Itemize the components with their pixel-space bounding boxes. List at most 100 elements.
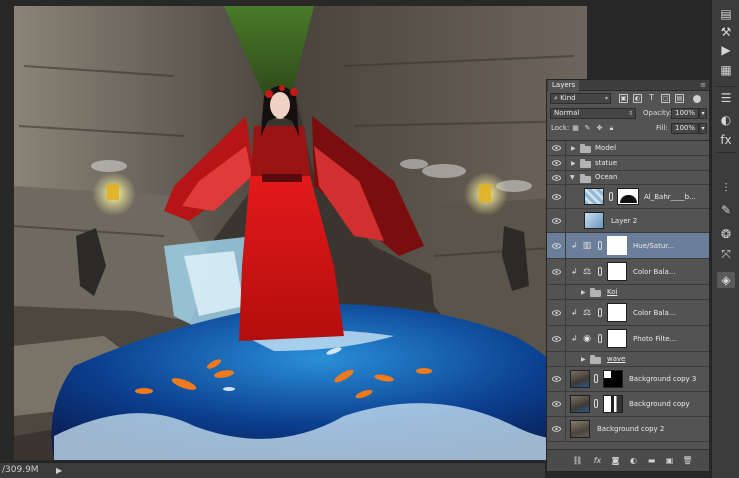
mask-shape <box>604 371 611 378</box>
layer-row-background-copy-3[interactable]: Background copy 3 <box>547 367 709 392</box>
link-layers-icon[interactable]: ⛓ <box>571 455 584 466</box>
paths-icon[interactable]: ⤧ <box>717 246 735 262</box>
link-icon[interactable] <box>598 308 602 317</box>
visibility-toggle[interactable] <box>547 185 566 208</box>
expand-arrow-icon[interactable]: ▶ <box>581 289 586 296</box>
chevron-down-icon: ▾ <box>604 95 608 102</box>
lock-all-icon[interactable]: 🔒︎ <box>607 124 616 133</box>
layer-row-background-copy-2[interactable]: Background copy 2 <box>547 417 709 442</box>
tool-presets-icon[interactable]: ⚒ <box>717 24 735 40</box>
eye-icon <box>552 310 561 316</box>
layer-name: wave <box>607 355 626 363</box>
layer-row-color-balance-1[interactable]: ↲ ⚖ Color Bala... <box>547 259 709 285</box>
visibility-toggle[interactable] <box>547 352 566 366</box>
lock-pixels-icon[interactable]: ✎ <box>583 124 592 133</box>
mask-thumbnail[interactable] <box>607 262 627 281</box>
brush-presets-icon[interactable]: ✎ <box>717 202 735 218</box>
opacity-label: Opacity: <box>643 109 672 117</box>
visibility-toggle[interactable] <box>547 233 566 258</box>
layer-row-layer-2[interactable]: Layer 2 <box>547 209 709 233</box>
filter-pixel-icon[interactable]: ▣ <box>619 94 628 103</box>
link-icon[interactable] <box>594 399 598 408</box>
fill-dropdown-icon[interactable]: ▾ <box>699 123 707 134</box>
collapse-arrow-icon[interactable]: ▼ <box>570 174 575 181</box>
visibility-toggle[interactable] <box>547 326 566 351</box>
visibility-toggle[interactable] <box>547 300 566 325</box>
layer-thumbnail <box>584 188 604 205</box>
layer-row-background-copy[interactable]: Background copy <box>547 392 709 417</box>
actions-icon[interactable]: ▶ <box>717 42 735 58</box>
opacity-dropdown-icon[interactable]: ▾ <box>699 108 707 119</box>
filter-toggle-icon[interactable] <box>693 95 701 103</box>
mask-thumbnail[interactable] <box>607 303 627 322</box>
new-layer-icon[interactable]: ▣ <box>663 455 676 466</box>
layer-row-koi[interactable]: ▶ Koi <box>547 285 709 300</box>
history-icon[interactable]: ▤ <box>717 6 735 22</box>
link-icon[interactable] <box>598 267 602 276</box>
layer-list[interactable]: ▶ Model ▶ statue ▼ Ocean Al_Bahr____b...… <box>547 140 709 448</box>
expand-arrow-icon[interactable]: ▶ <box>581 356 586 363</box>
lock-position-icon[interactable]: ✥ <box>595 124 604 133</box>
visibility-toggle[interactable] <box>547 285 566 299</box>
visibility-toggle[interactable] <box>547 141 566 155</box>
adjustments-icon[interactable]: ◐ <box>717 112 735 128</box>
layer-row-photo-filter[interactable]: ↲ ◉ Photo Filte... <box>547 326 709 352</box>
visibility-toggle[interactable] <box>547 171 566 184</box>
visibility-toggle[interactable] <box>547 209 566 232</box>
opacity-input[interactable]: 100% <box>671 108 699 119</box>
visibility-toggle[interactable] <box>547 367 566 391</box>
tab-layers[interactable]: Layers <box>548 80 580 91</box>
layer-row-statue[interactable]: ▶ statue <box>547 156 709 171</box>
document-canvas[interactable] <box>14 6 587 460</box>
channels-icon[interactable]: ❂ <box>717 226 735 242</box>
delete-layer-icon[interactable]: 🗑︎ <box>681 455 694 466</box>
visibility-toggle[interactable] <box>547 156 566 170</box>
eye-icon <box>552 336 561 342</box>
layer-row-color-balance-2[interactable]: ↲ ⚖ Color Bala... <box>547 300 709 326</box>
filter-type-icon[interactable]: T <box>647 94 656 103</box>
layer-row-hue-saturation[interactable]: ↲ ▥ Hue/Satur... <box>547 233 709 259</box>
brush-icon[interactable]: ⫶ <box>717 180 735 196</box>
visibility-toggle[interactable] <box>547 417 566 441</box>
filter-shape-icon[interactable]: ▢ <box>661 94 670 103</box>
new-group-icon[interactable]: ▬ <box>645 455 658 466</box>
mask-thumbnail[interactable] <box>603 395 623 413</box>
mask-thumbnail[interactable] <box>607 329 627 348</box>
lock-transparency-icon[interactable]: ▦ <box>571 124 580 133</box>
add-mask-icon[interactable]: ◙ <box>609 455 622 466</box>
fill-input[interactable]: 100% <box>671 123 699 134</box>
swatches-icon[interactable]: ☰ <box>717 90 735 106</box>
mask-thumbnail[interactable] <box>607 236 627 255</box>
expand-arrow-icon[interactable]: ▶ <box>571 145 576 152</box>
filter-kind-select[interactable]: ⌕ Kind ▾ <box>550 93 611 104</box>
layer-name: Photo Filte... <box>633 335 677 343</box>
visibility-toggle[interactable] <box>547 259 566 284</box>
link-icon[interactable] <box>598 334 602 343</box>
styles-icon[interactable]: fx <box>717 132 735 148</box>
blend-mode-select[interactable]: Normal ⇕ <box>550 108 636 119</box>
layer-row-wave[interactable]: ▶ wave <box>547 352 709 367</box>
chevron-down-icon: ⇕ <box>627 110 633 117</box>
filter-smart-object-icon[interactable]: ▤ <box>675 94 684 103</box>
expand-arrow-icon[interactable]: ▶ <box>571 160 576 167</box>
layer-row-ocean[interactable]: ▼ Ocean <box>547 171 709 185</box>
filter-adjustment-icon[interactable]: ◐ <box>633 94 642 103</box>
layer-row-al-bahr[interactable]: Al_Bahr____b... <box>547 185 709 209</box>
mask-thumbnail[interactable] <box>617 188 639 205</box>
visibility-toggle[interactable] <box>547 392 566 416</box>
panel-menu-icon[interactable]: ≡ <box>700 80 706 90</box>
add-layer-style-icon[interactable]: fx <box>591 455 604 466</box>
mask-thumbnail[interactable] <box>603 370 623 388</box>
filter-kind-value: Kind <box>560 94 576 102</box>
layers-panel-tabbar: Layers ≡ <box>547 80 709 91</box>
link-icon[interactable] <box>609 192 613 201</box>
layer-row-model[interactable]: ▶ Model <box>547 141 709 156</box>
blend-row: Normal ⇕ Opacity: 100% ▾ <box>547 106 709 121</box>
layer-name: Ocean <box>595 173 618 181</box>
link-icon[interactable] <box>594 374 598 383</box>
new-adjustment-layer-icon[interactable]: ◐ <box>627 455 640 466</box>
status-menu-arrow-icon[interactable]: ▶ <box>56 463 62 478</box>
layers-icon[interactable]: ◈ <box>717 272 735 288</box>
properties-icon[interactable]: ▦ <box>717 62 735 78</box>
link-icon[interactable] <box>598 241 602 250</box>
